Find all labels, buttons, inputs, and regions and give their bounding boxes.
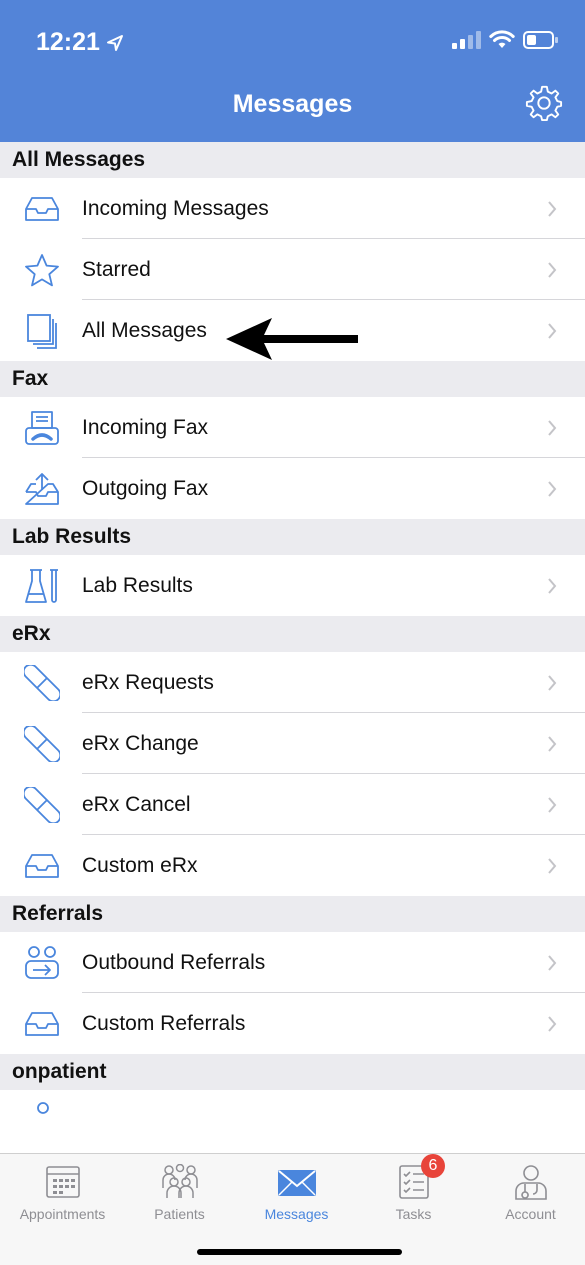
gear-icon[interactable]: [525, 84, 563, 122]
pill-icon: [22, 724, 62, 764]
section-header-onpatient: onpatient: [0, 1054, 585, 1090]
fax-icon: [22, 408, 62, 448]
tab-label: Tasks: [395, 1206, 432, 1222]
section-header-referrals: Referrals: [0, 896, 585, 932]
annotation-arrow-icon: [226, 318, 358, 360]
tasks-badge: 6: [421, 1154, 445, 1178]
status-time: 12:21: [36, 28, 124, 57]
row-label: eRx Change: [82, 731, 199, 755]
calendar-icon: [45, 1166, 80, 1198]
nav-header: 12:21 Messages: [0, 0, 585, 142]
tab-label: Patients: [154, 1206, 205, 1222]
tab-label: Appointments: [19, 1206, 106, 1222]
row-label: eRx Cancel: [82, 792, 191, 816]
section-header-all-messages: All Messages: [0, 142, 585, 178]
doctor-icon: [514, 1165, 547, 1200]
battery-icon: [523, 31, 558, 49]
inbox-tray-icon: [22, 846, 62, 886]
row-starred[interactable]: Starred: [0, 239, 585, 300]
chevron-right-icon: [548, 577, 557, 594]
chevron-right-icon: [548, 261, 557, 278]
tab-appointments[interactable]: Appointments: [4, 1154, 121, 1234]
status-indicators: [451, 30, 559, 50]
star-icon: [22, 250, 62, 290]
row-label: Outgoing Fax: [82, 476, 209, 500]
page-title: Messages: [232, 90, 353, 118]
inbox-tray-icon: [22, 1004, 62, 1044]
chevron-right-icon: [548, 480, 557, 497]
status-time-text: 12:21: [36, 28, 100, 56]
row-incoming-messages[interactable]: Incoming Messages: [0, 178, 585, 239]
chevron-right-icon: [548, 419, 557, 436]
row-erx-change[interactable]: eRx Change: [0, 713, 585, 774]
stacked-pages-icon: [22, 311, 62, 351]
chevron-right-icon: [548, 200, 557, 217]
cellular-signal-icon: [452, 31, 481, 49]
tab-messages[interactable]: Messages: [238, 1154, 355, 1234]
tab-patients[interactable]: Patients: [121, 1154, 238, 1234]
row-label: Custom eRx: [82, 853, 198, 877]
tab-tasks[interactable]: 6 Tasks: [355, 1154, 472, 1234]
chevron-right-icon: [548, 735, 557, 752]
inbox-tray-icon: [22, 189, 62, 229]
location-arrow-icon: [106, 34, 123, 51]
section-header-lab-results: Lab Results: [0, 519, 585, 555]
outbox-tray-icon: [22, 469, 62, 509]
chevron-right-icon: [548, 322, 557, 339]
patients-icon: [161, 1164, 198, 1198]
row-outgoing-fax[interactable]: Outgoing Fax: [0, 458, 585, 519]
screen: 12:21 Messages All Messages Incoming Mes…: [0, 0, 585, 1265]
row-label: Incoming Messages: [82, 196, 269, 220]
row-incoming-fax[interactable]: Incoming Fax: [0, 397, 585, 458]
row-custom-referrals[interactable]: Custom Referrals: [0, 993, 585, 1054]
partial-row: [0, 1090, 585, 1120]
row-outbound-referrals[interactable]: Outbound Referrals: [0, 932, 585, 993]
row-label: Incoming Fax: [82, 415, 209, 439]
referral-people-icon: [22, 943, 62, 983]
wifi-icon: [489, 30, 515, 48]
row-erx-requests[interactable]: eRx Requests: [0, 652, 585, 713]
message-folder-list: All Messages Incoming Messages Starred A…: [0, 142, 585, 1120]
tab-label: Account: [505, 1206, 556, 1222]
partial-icon: [37, 1102, 49, 1114]
row-lab-results[interactable]: Lab Results: [0, 555, 585, 616]
chevron-right-icon: [548, 796, 557, 813]
row-label: eRx Requests: [82, 670, 214, 694]
chevron-right-icon: [548, 674, 557, 691]
row-label: Lab Results: [82, 573, 193, 597]
envelope-icon: [277, 1170, 316, 1196]
chevron-right-icon: [548, 1015, 557, 1032]
pill-icon: [22, 663, 62, 703]
tab-account[interactable]: Account: [472, 1154, 585, 1234]
row-erx-cancel[interactable]: eRx Cancel: [0, 774, 585, 835]
row-custom-erx[interactable]: Custom eRx: [0, 835, 585, 896]
row-label: Custom Referrals: [82, 1011, 246, 1035]
pill-icon: [22, 785, 62, 825]
section-header-erx: eRx: [0, 616, 585, 652]
chevron-right-icon: [548, 857, 557, 874]
row-label: Starred: [82, 257, 151, 281]
flask-icon: [22, 566, 62, 606]
row-label: Outbound Referrals: [82, 950, 266, 974]
row-label: All Messages: [82, 318, 207, 342]
tab-label: Messages: [264, 1206, 329, 1222]
home-indicator: [197, 1249, 402, 1255]
section-header-fax: Fax: [0, 361, 585, 397]
chevron-right-icon: [548, 954, 557, 971]
